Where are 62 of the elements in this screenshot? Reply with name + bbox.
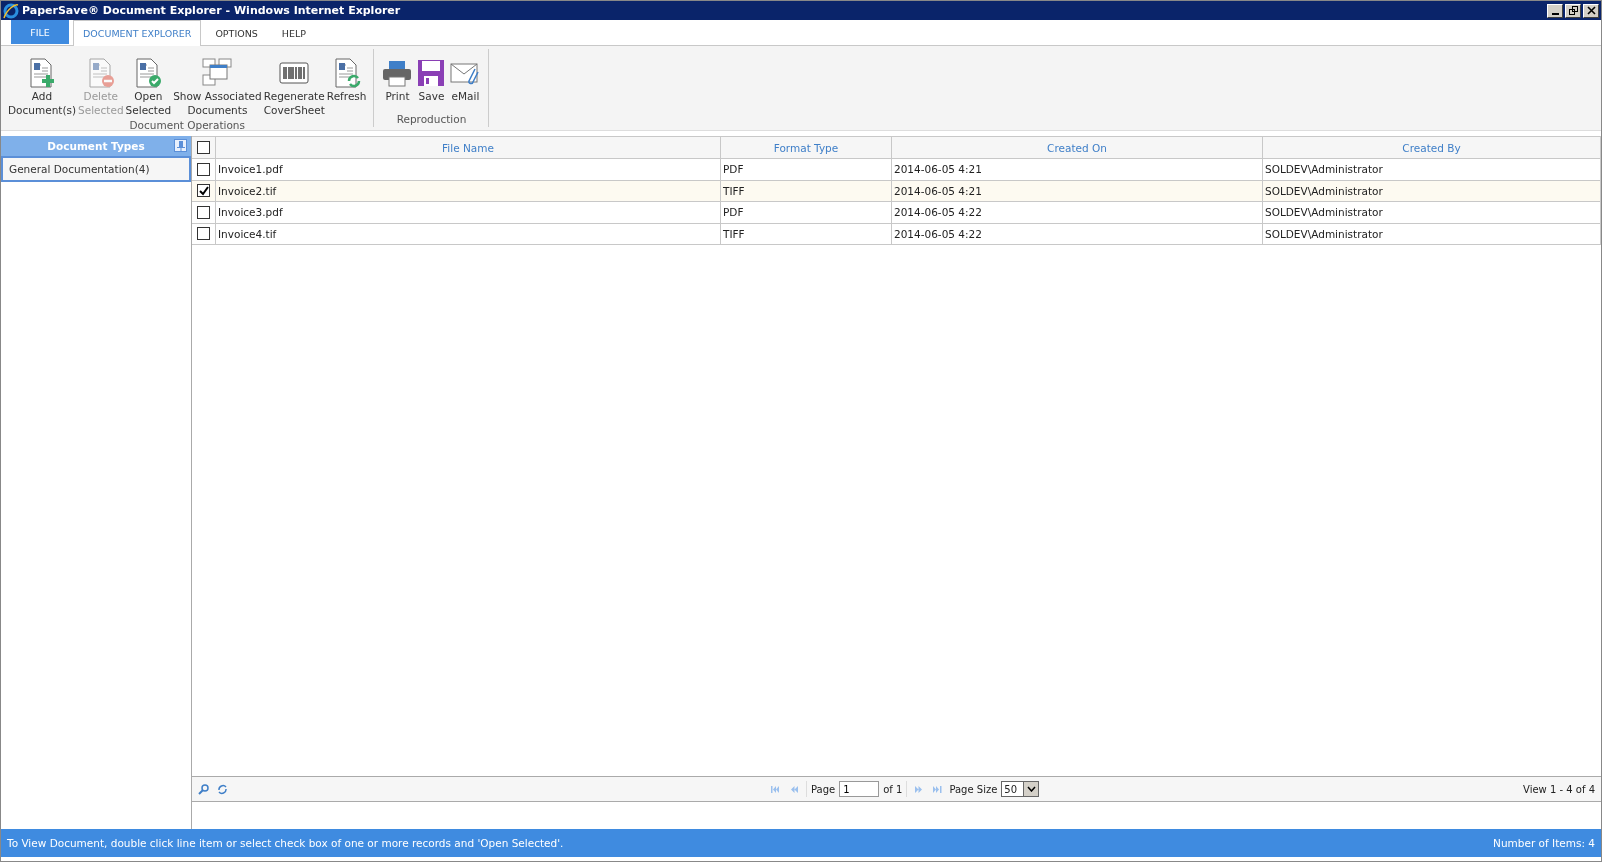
table-cell: 2014-06-05 4:21 <box>892 159 1263 180</box>
column-header[interactable]: File Name <box>216 137 721 158</box>
table-cell: TIFF <box>721 180 892 201</box>
ribbon-button[interactable]: Add Document(s) <box>7 55 78 119</box>
row-checkbox[interactable] <box>197 162 210 176</box>
caret-icon <box>1026 786 1036 792</box>
row-checkbox[interactable] <box>197 227 210 241</box>
table-cell: Invoice1.pdf <box>216 159 721 180</box>
search-icon[interactable] <box>198 783 209 795</box>
table-cell: 2014-06-05 4:21 <box>892 180 1263 201</box>
row-checkbox[interactable] <box>197 184 210 198</box>
ribbon-button[interactable]: Print <box>380 55 415 113</box>
table-cell: SOLDEV\Administrator <box>1263 159 1601 180</box>
restore-button[interactable] <box>1565 3 1581 18</box>
restore-icon <box>1568 6 1578 15</box>
file-menu-tab[interactable]: FILE <box>11 20 69 44</box>
select-all-checkbox[interactable] <box>197 141 210 154</box>
pin-icon[interactable] <box>174 139 187 152</box>
table-cell: SOLDEV\Administrator <box>1263 180 1601 201</box>
minimize-icon <box>1551 12 1559 15</box>
table-cell: 2014-06-05 4:22 <box>892 202 1263 223</box>
ribbon-tab[interactable]: OPTIONS <box>205 20 268 45</box>
ribbon-button[interactable]: Refresh <box>325 55 368 119</box>
windows-icon <box>201 57 234 89</box>
table-cell: 2014-06-05 4:22 <box>892 223 1263 244</box>
table-cell: SOLDEV\Administrator <box>1263 223 1601 244</box>
column-header[interactable]: Created On <box>892 137 1263 158</box>
ribbon-tab[interactable]: HELP <box>271 20 316 45</box>
status-message: To View Document, double click line item or select check box of one or more records and 'Open Selected'. <box>7 837 564 849</box>
refresh-icon[interactable] <box>217 783 228 795</box>
table-cell: PDF <box>721 202 892 223</box>
table-cell: Invoice4.tif <box>216 223 721 244</box>
table-cell: TIFF <box>721 223 892 244</box>
ribbon-button[interactable]: Save <box>414 55 449 113</box>
item-count: Number of Items: 4 <box>1493 837 1595 849</box>
ribbon-button[interactable]: Open Selected <box>124 55 173 119</box>
page-count: of 1 <box>883 783 903 795</box>
minimize-button[interactable] <box>1547 3 1563 18</box>
row-checkbox[interactable] <box>197 205 210 219</box>
ribbon-button[interactable]: Regenerate CoverSheet <box>262 55 326 119</box>
group-label: Document Operations <box>129 119 245 133</box>
page-label: Page <box>811 783 836 795</box>
record-range: View 1 - 4 of 4 <box>1523 783 1595 795</box>
page-size-dropdown[interactable]: 50 <box>1001 781 1040 797</box>
table-cell: SOLDEV\Administrator <box>1263 202 1601 223</box>
ribbon-tab[interactable]: DOCUMENT EXPLORER <box>73 20 202 46</box>
group-label: Reproduction <box>396 113 467 127</box>
column-header[interactable]: Format Type <box>721 137 892 158</box>
table-cell: Invoice3.pdf <box>216 202 721 223</box>
ribbon-button[interactable]: Show Associated Documents <box>172 55 263 119</box>
close-icon <box>1586 6 1596 15</box>
browser-logo-icon <box>3 2 19 19</box>
window-title: PaperSave® Document Explorer - Windows Internet Explorer <box>22 4 402 17</box>
sidebar-item[interactable]: General Documentation(4) <box>1 156 191 182</box>
column-header[interactable]: Created By <box>1263 137 1601 158</box>
page-input[interactable]: 1 <box>839 781 880 797</box>
table-cell: PDF <box>721 159 892 180</box>
table-cell: Invoice2.tif <box>216 180 721 201</box>
page-size-label: Page Size <box>949 783 998 795</box>
close-button[interactable] <box>1583 3 1599 18</box>
ribbon-button[interactable]: eMail <box>448 55 483 113</box>
sidebar-title: Document Types <box>47 140 145 152</box>
